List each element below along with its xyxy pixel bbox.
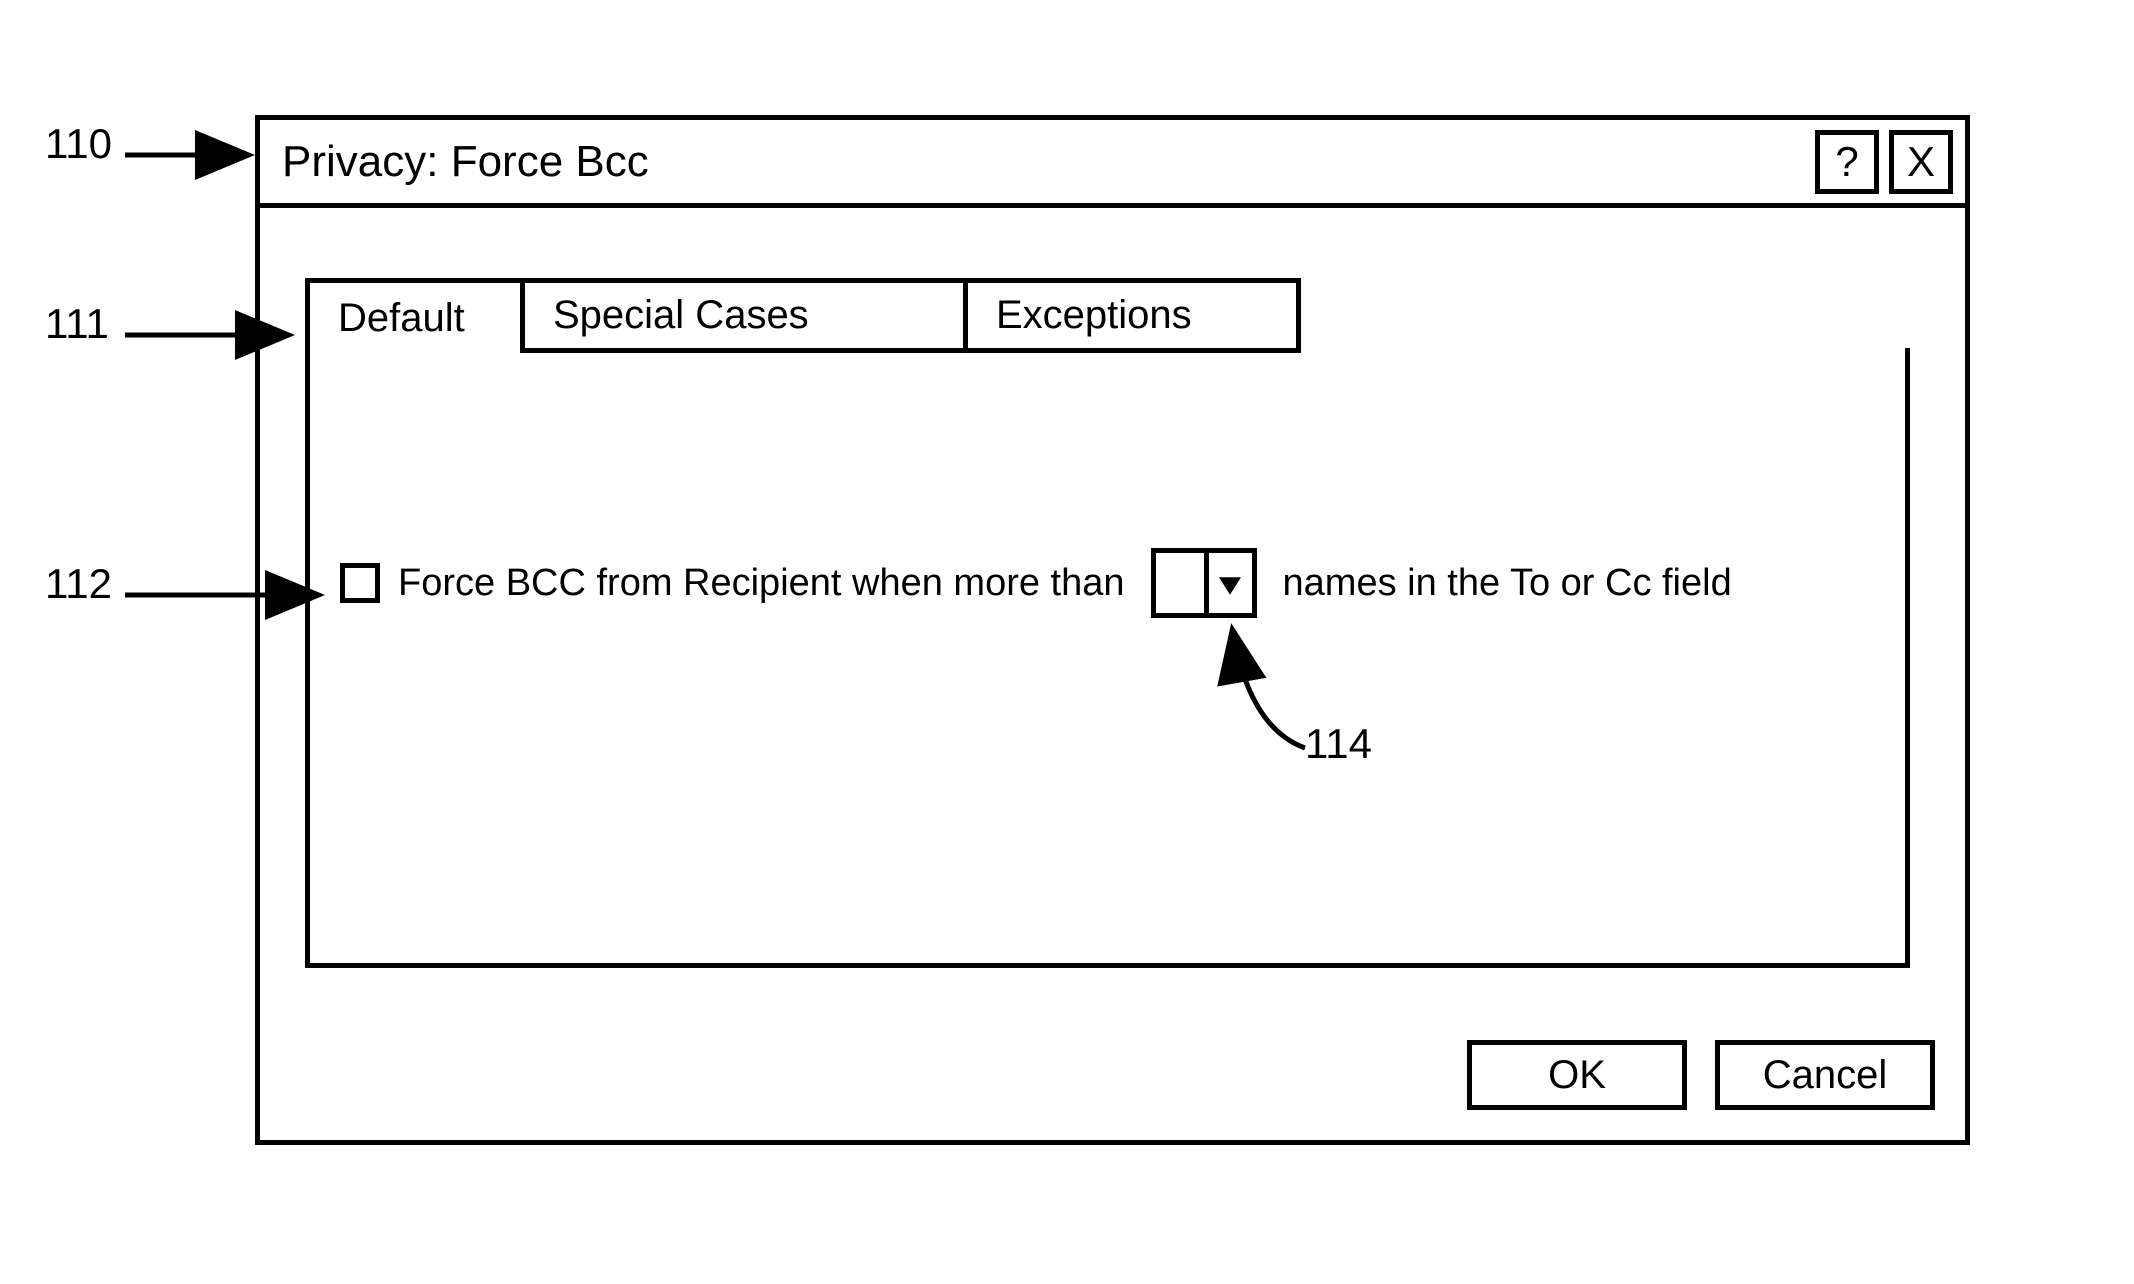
close-icon: X [1907,138,1935,186]
chevron-down-icon [1219,562,1241,605]
tab-label: Exceptions [996,293,1192,338]
ok-button[interactable]: OK [1467,1040,1687,1110]
dialog-title: Privacy: Force Bcc [282,137,1805,187]
privacy-force-bcc-dialog: Privacy: Force Bcc ? X Default Special C… [255,115,1970,1145]
ok-label: OK [1548,1053,1606,1098]
tab-label: Special Cases [553,293,809,338]
cancel-label: Cancel [1763,1053,1888,1098]
callout-112-label: 112 [45,560,112,608]
tab-special-cases[interactable]: Special Cases [520,278,968,353]
threshold-dropdown-button[interactable] [1204,553,1252,613]
tab-default[interactable]: Default [305,278,525,353]
dialog-body: Default Special Cases Exceptions Force B… [260,208,1965,1140]
threshold-input[interactable] [1156,553,1204,613]
diagram-canvas: Privacy: Force Bcc ? X Default Special C… [0,0,2134,1284]
callout-110-label: 110 [45,120,112,168]
tab-label: Default [338,296,465,341]
option-text-before: Force BCC from Recipient when more than [398,562,1125,605]
force-bcc-option-row: Force BCC from Recipient when more than … [340,548,1875,618]
help-button[interactable]: ? [1815,130,1879,194]
callout-111-label: 111 [45,300,109,348]
close-button[interactable]: X [1889,130,1953,194]
threshold-combo[interactable] [1151,548,1257,618]
option-text-after: names in the To or Cc field [1283,562,1732,605]
force-bcc-checkbox[interactable] [340,563,380,603]
tab-content-panel: Force BCC from Recipient when more than … [305,348,1910,968]
callout-112-arrow [120,575,330,615]
callout-114-arrow [1215,618,1335,768]
tab-exceptions[interactable]: Exceptions [963,278,1301,353]
cancel-button[interactable]: Cancel [1715,1040,1935,1110]
panel-inner: Force BCC from Recipient when more than … [310,348,1905,648]
callout-110-arrow [120,135,260,175]
dialog-footer-buttons: OK Cancel [1467,1040,1935,1110]
titlebar: Privacy: Force Bcc ? X [260,120,1965,208]
callout-111-arrow [120,315,300,355]
help-icon: ? [1835,138,1858,186]
